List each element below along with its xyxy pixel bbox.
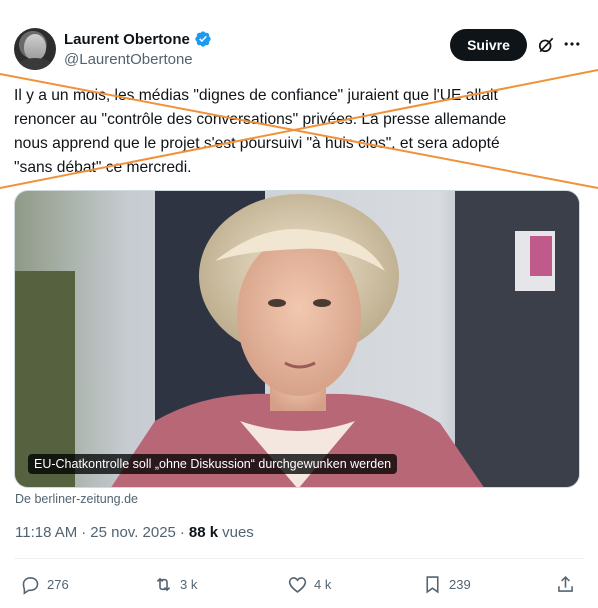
grok-icon[interactable] [536, 35, 556, 55]
tweet: Laurent Obertone @LaurentObertone Suivre… [0, 0, 598, 608]
heart-icon [288, 576, 307, 593]
avatar[interactable] [14, 28, 56, 70]
link-source[interactable]: De berliner-zeitung.de [15, 492, 138, 506]
follow-button[interactable]: Suivre [450, 29, 527, 61]
avatar-face [24, 34, 46, 60]
tweet-text-line: nous apprend que le projet s'est poursui… [14, 135, 500, 152]
meta-separator: · [81, 524, 87, 541]
author-display-name[interactable]: Laurent Obertone [64, 31, 190, 48]
bookmark-button[interactable]: 239 [422, 572, 471, 596]
tweet-date[interactable]: 25 nov. 2025 [90, 524, 176, 541]
media-image [15, 191, 579, 487]
author-handle[interactable]: @LaurentObertone [64, 51, 193, 68]
divider [14, 558, 584, 559]
share-button[interactable] [555, 572, 576, 596]
avatar-shoulders [16, 58, 54, 70]
repost-count: 3 k [180, 576, 198, 592]
repost-icon [156, 577, 171, 591]
media-caption: EU-Chatkontrolle soll „ohne Diskussion“ … [28, 454, 398, 474]
share-icon [558, 575, 573, 592]
verified-badge-icon[interactable] [194, 30, 212, 48]
more-icon[interactable] [562, 34, 582, 54]
author-name-row: Laurent Obertone [64, 30, 212, 48]
meta-separator: · [179, 524, 185, 541]
reply-count: 276 [47, 576, 69, 592]
reply-button[interactable]: 276 [20, 572, 69, 596]
repost-button[interactable]: 3 k [153, 572, 197, 596]
tweet-meta: 11:18 AM · 25 nov. 2025 · 88 k vues [15, 524, 254, 541]
bookmark-count: 239 [449, 576, 471, 592]
like-count: 4 k [314, 576, 332, 592]
tweet-time[interactable]: 11:18 AM [15, 524, 77, 541]
tweet-text-line: renoncer au "contrôle des conversations"… [14, 111, 507, 128]
reply-icon [22, 576, 39, 595]
views-count: 88 k [188, 524, 219, 541]
tweet-text: Il y a un mois, les médias "dignes de co… [14, 84, 584, 180]
tweet-text-line: "sans débat" ce mercredi. [14, 159, 192, 176]
views-label: vues [222, 524, 254, 541]
like-button[interactable]: 4 k [287, 572, 331, 596]
bookmark-icon [426, 575, 439, 593]
tweet-text-line: Il y a un mois, les médias "dignes de co… [14, 87, 498, 104]
media-card[interactable] [14, 190, 580, 488]
